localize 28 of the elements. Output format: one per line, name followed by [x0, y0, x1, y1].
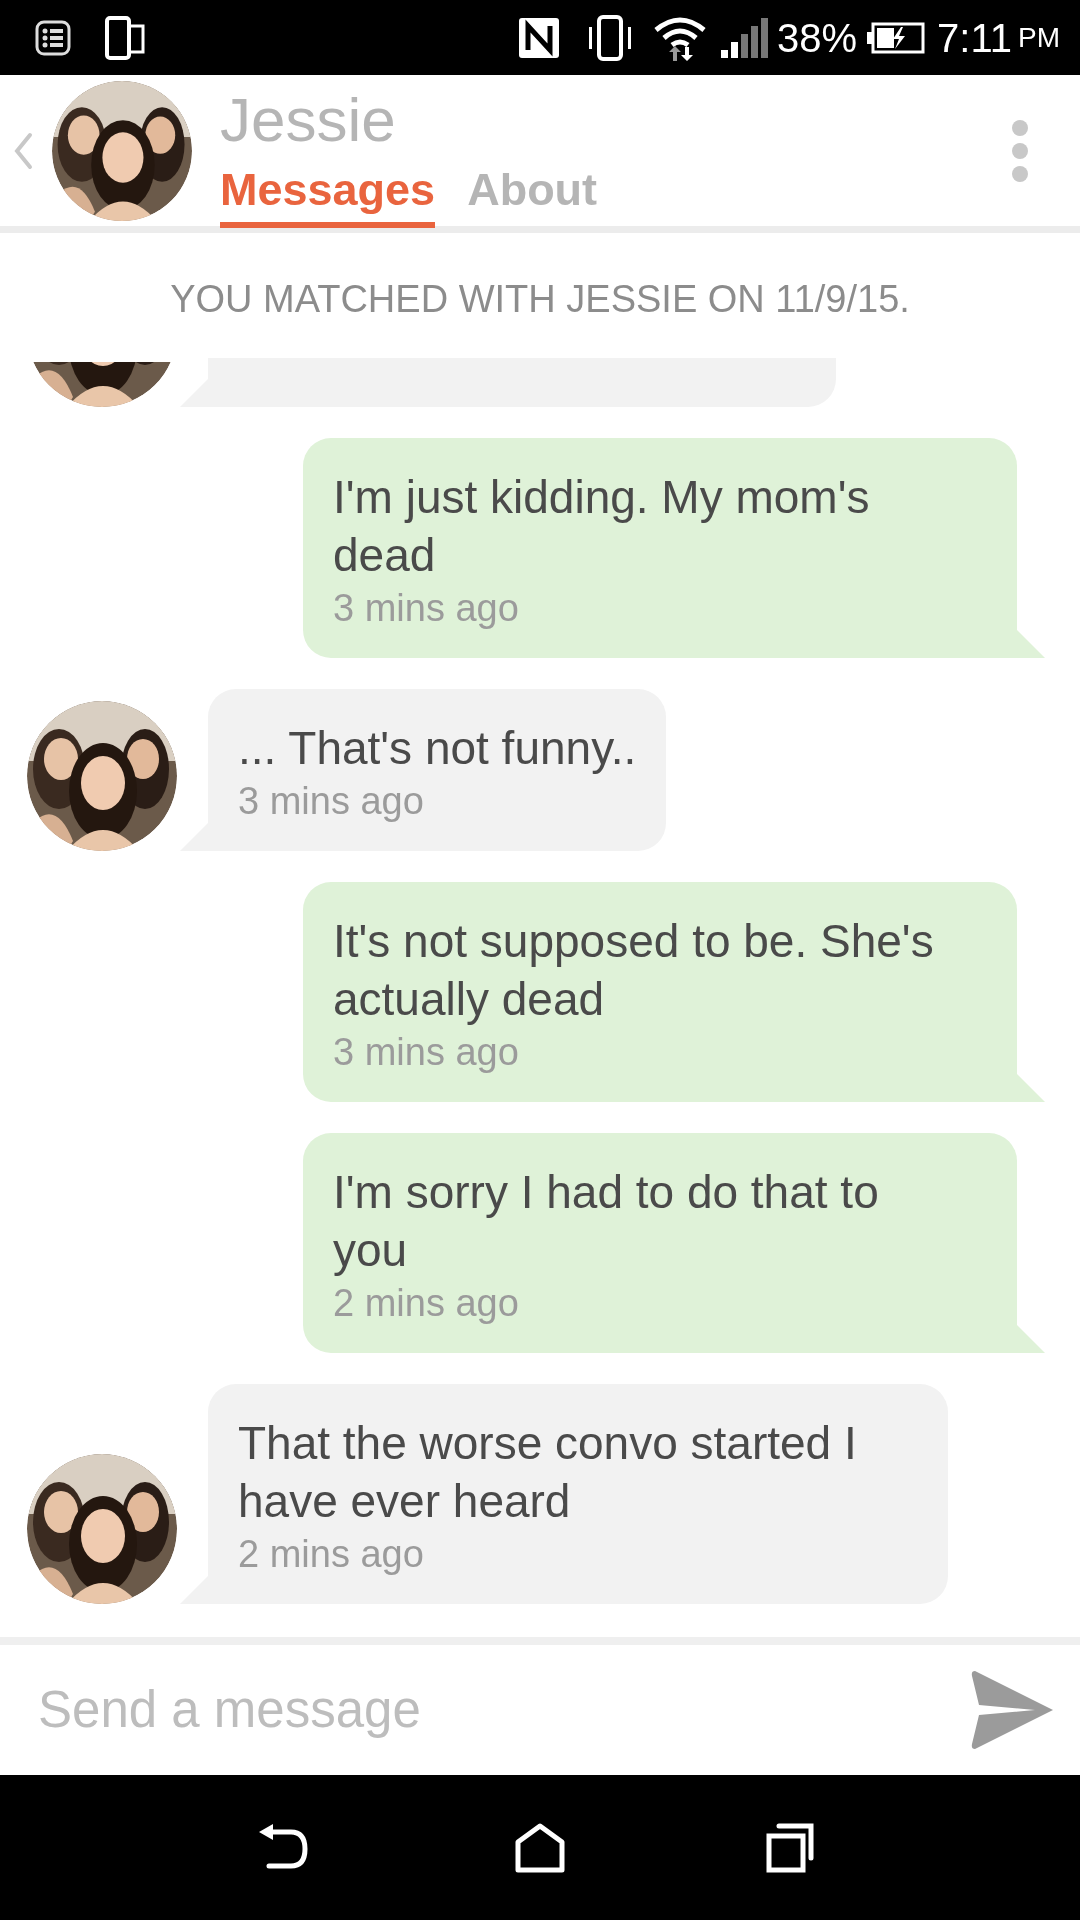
contact-name: Jessie: [220, 88, 397, 151]
message-input[interactable]: Send a message: [38, 1671, 969, 1749]
battery-percent: 38%: [777, 17, 858, 58]
battery-icon: [867, 21, 926, 54]
signal-icon: [721, 17, 770, 58]
message-text: That the worse convo started I have ever heard: [238, 1416, 858, 1529]
notification-list-icon: [35, 19, 71, 56]
devices-icon: [105, 15, 145, 60]
message-text: ... That's not funny..: [238, 721, 637, 776]
send-icon: [969, 1669, 1055, 1751]
message-time: 3 mins ago: [238, 779, 425, 823]
clock-meridiem: PM: [1018, 20, 1060, 55]
back-chevron-icon: [12, 130, 34, 171]
menu-icon: [1010, 118, 1030, 183]
clock-time: 7:11: [937, 17, 1012, 58]
nfc-icon: [519, 17, 560, 58]
message-time: 2 mins ago: [238, 1532, 425, 1576]
message-time: 3 mins ago: [333, 586, 520, 630]
message-text: It's not supposed to be. She's actually dead: [333, 914, 935, 1027]
message-time: 2 mins ago: [333, 1281, 520, 1325]
message-text: I'm sorry I had to do that to you: [333, 1165, 880, 1278]
match-notice: YOU MATCHED WITH JESSIE ON 11/9/15.: [169, 277, 911, 322]
tab[interactable]: About: [467, 164, 598, 229]
send-button[interactable]: [969, 1669, 1055, 1751]
message-time: 3 mins ago: [333, 1030, 520, 1074]
vibrate-icon: [587, 14, 634, 61]
message-text: I'm just kidding. My mom's dead: [333, 470, 871, 583]
tab[interactable]: Messages: [220, 164, 436, 229]
